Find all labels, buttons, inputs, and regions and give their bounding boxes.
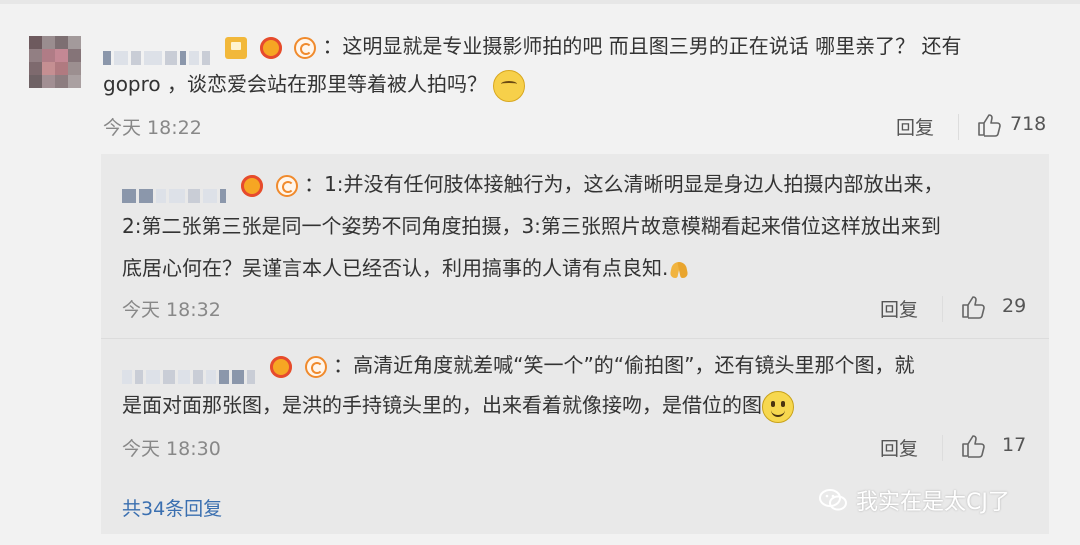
crown-badge-icon [241,174,264,197]
fan-badge-icon [294,36,317,59]
reply-divider [101,338,1049,339]
top-divider [0,0,1080,4]
reply-button[interactable]: 回复 [880,295,918,322]
like-button[interactable] [960,433,986,463]
folded-hands-emoji-icon [668,260,690,280]
reply-time: 今天 18:30 [122,438,221,460]
like-button[interactable] [976,112,1002,142]
reply-text-line2: 2:第二张第三张是同一个姿势不同角度拍摄，3:第三张照片故意模糊看起来借位这样放… [122,214,941,238]
fan-badge-icon [275,174,298,197]
reply-text-line1: ：高清近角度就差喊“笑一个”的“偷拍图”，还有镜头里那个图，就 [333,353,915,377]
username-blurred[interactable] [103,39,213,65]
username-blurred[interactable] [122,358,258,384]
more-replies-link[interactable]: 共34条回复 [122,494,222,521]
watermark: 我实在是太CJ了 [818,484,1010,516]
watermark-text: 我实在是太CJ了 [856,490,1010,515]
like-button[interactable] [960,294,986,324]
like-count: 29 [1002,295,1027,317]
reply-text-line3: 底居心何在？吴谨言本人已经否认，利用搞事的人请有点良知. [122,256,669,280]
thumbs-up-icon [962,296,985,319]
reply-text-line1: ：1:并没有任何肢体接触行为，这么清晰明显是身边人拍摄内部放出来， [304,172,944,196]
username-blurred[interactable] [122,177,229,203]
reply-text-line2: 是面对面那张图，是洪的手持镜头里的，出来看着就像接吻，是借位的图 [122,393,762,417]
like-count: 17 [1002,434,1027,456]
wechat-icon [819,489,847,511]
vip-badge-icon [225,36,248,59]
crown-badge-icon [270,355,293,378]
crown-badge-icon [259,36,282,59]
action-separator [942,296,943,322]
comment-text-line1: ：这明显就是专业摄影师拍的吧 而且图三男的正在说话 哪里亲了？ 还有 [322,34,962,58]
thinking-face-emoji-icon [493,69,526,102]
action-separator [942,435,943,461]
like-count: 718 [1010,113,1047,135]
thumbs-up-icon [962,435,985,458]
reply-2: ：高清近角度就差喊“笑一个”的“偷拍图”，还有镜头里那个图，就 是面对面那张图，… [122,347,1042,423]
smiling-face-emoji-icon [762,390,794,423]
fan-badge-icon [304,355,327,378]
reply-button[interactable]: 回复 [880,434,918,461]
avatar[interactable] [29,36,81,88]
reply-1: ：1:并没有任何肢体接触行为，这么清晰明显是身边人拍摄内部放出来， 2:第二张第… [122,166,1042,286]
main-comment: ：这明显就是专业摄影师拍的吧 而且图三男的正在说话 哪里亲了？ 还有 gopro… [103,28,1043,102]
action-separator [958,114,959,140]
reply-button[interactable]: 回复 [896,113,934,140]
thumbs-up-icon [978,114,1001,137]
reply-time: 今天 18:32 [122,299,221,321]
comment-text-line2: gopro ，谈恋爱会站在那里等着被人拍吗？ [103,72,488,96]
comment-time: 今天 18:22 [103,117,202,139]
